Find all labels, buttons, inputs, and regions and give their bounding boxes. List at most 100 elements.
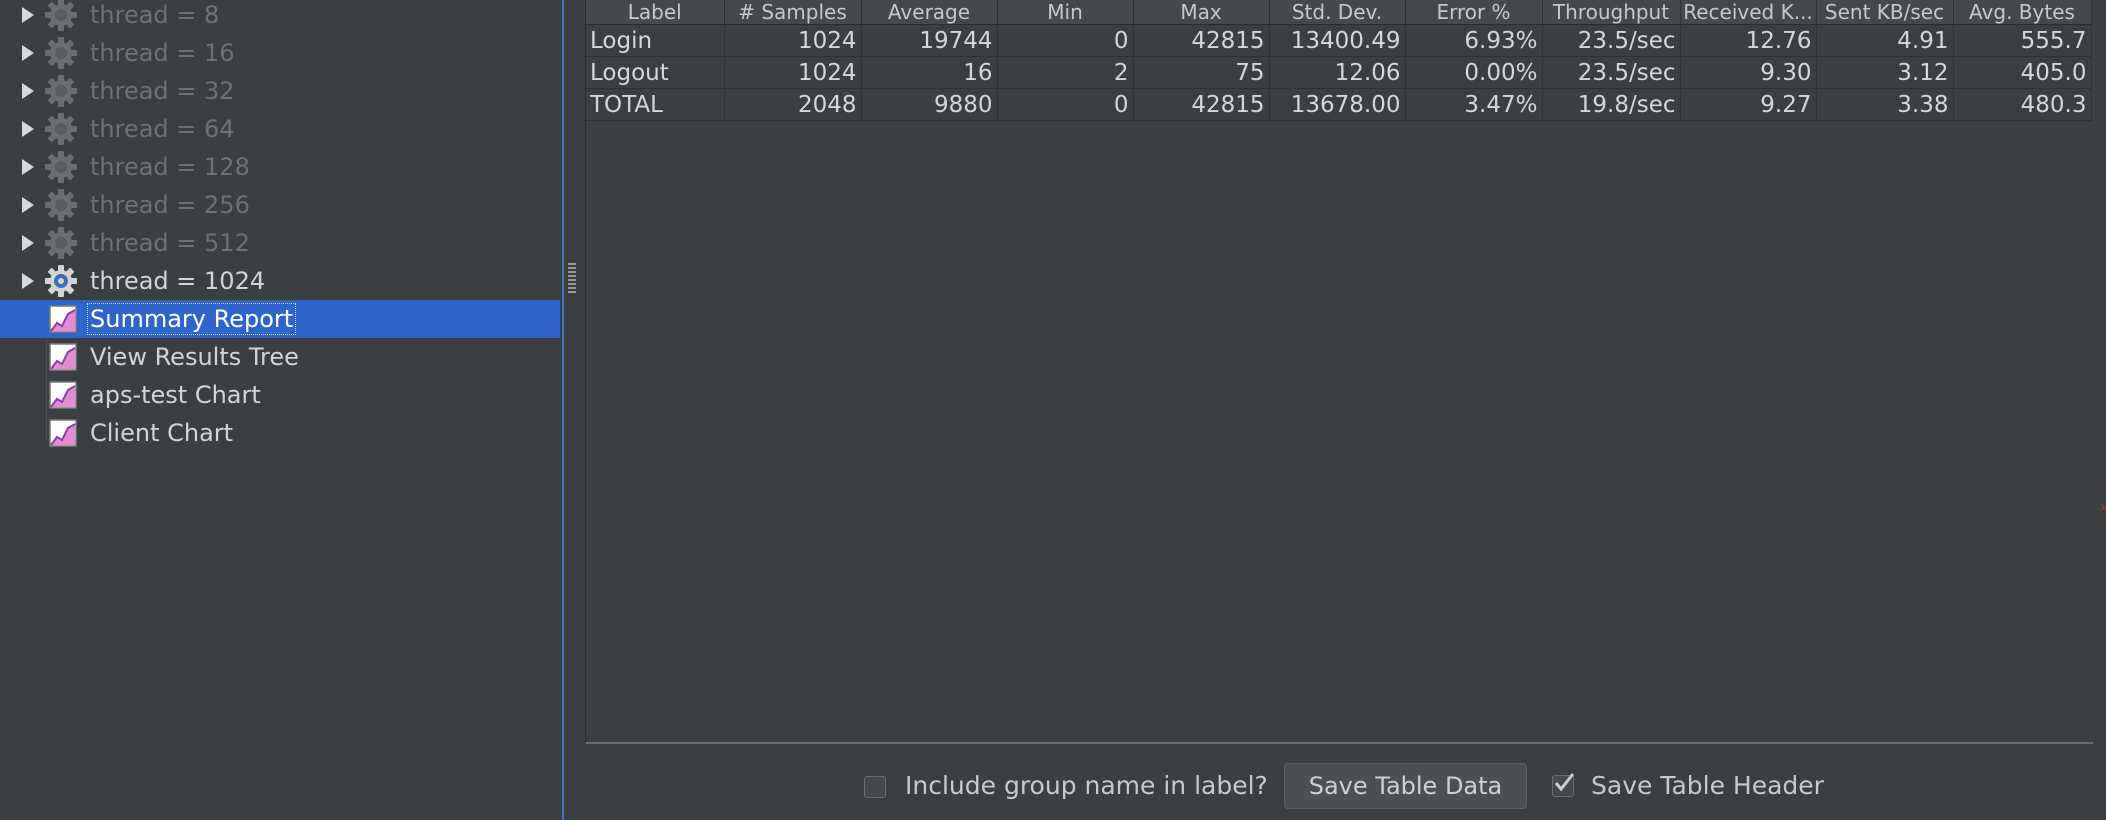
table-cell: 405.0 — [1953, 56, 2092, 89]
tree-item-view-results-tree[interactable]: View Results Tree — [0, 338, 560, 376]
tree-item-label: aps-test Chart — [90, 381, 261, 409]
column-header[interactable]: # Samples — [724, 0, 862, 25]
column-header[interactable]: Throughput — [1542, 0, 1681, 25]
tree-item-label: thread = 1024 — [90, 267, 266, 295]
chart-icon — [49, 419, 77, 447]
gear-icon — [45, 189, 77, 221]
expand-arrow-icon[interactable] — [22, 45, 34, 61]
column-header[interactable]: Std. Dev. — [1269, 0, 1406, 25]
chart-icon — [49, 305, 77, 333]
expand-arrow-icon[interactable] — [22, 159, 34, 175]
splitter-grip-handle[interactable] — [568, 263, 576, 293]
save-table-data-button[interactable]: Save Table Data — [1284, 763, 1527, 809]
tree-item-label: thread = 16 — [90, 39, 235, 67]
table-row[interactable]: TOTAL 2048 9880 0 42815 13678.00 3.47% 1… — [586, 88, 2092, 121]
table-cell: TOTAL — [586, 88, 725, 121]
table-cell: 0 — [997, 24, 1134, 57]
summary-table[interactable]: Label # Samples Average Min Max Std. Dev… — [586, 0, 2092, 121]
column-header[interactable]: Average — [861, 0, 998, 25]
table-cell: 9.27 — [1680, 88, 1817, 121]
tree-item-thread-8[interactable]: thread = 8 — [0, 0, 560, 34]
table-cell: 6.93% — [1405, 24, 1543, 57]
tree-item-label: thread = 512 — [90, 229, 250, 257]
table-cell: Logout — [586, 56, 725, 89]
include-group-name-checkbox[interactable] — [864, 776, 886, 798]
table-cell: 2048 — [724, 88, 862, 121]
column-header[interactable]: Avg. Bytes — [1953, 0, 2092, 25]
summary-table-panel: Label # Samples Average Min Max Std. Dev… — [585, 0, 2094, 744]
tree-item-label: Client Chart — [90, 419, 234, 447]
tree-item-thread-64[interactable]: thread = 64 — [0, 110, 560, 148]
table-cell: 19.8/sec — [1542, 88, 1681, 121]
table-cell: 0.00% — [1405, 56, 1543, 89]
gear-icon — [45, 265, 77, 297]
save-table-header-label: Save Table Header — [1591, 771, 1824, 800]
error-marker-icon: › — [2100, 497, 2106, 516]
table-header-row: Label # Samples Average Min Max Std. Dev… — [586, 0, 2092, 25]
gear-icon — [45, 151, 77, 183]
table-cell: 16 — [861, 56, 998, 89]
table-cell: 9880 — [861, 88, 998, 121]
table-cell: 1024 — [724, 56, 862, 89]
splitter-accent-line — [562, 0, 564, 820]
table-cell: 42815 — [1133, 88, 1270, 121]
tree-item-thread-16[interactable]: thread = 16 — [0, 34, 560, 72]
tree-item-label: thread = 32 — [90, 77, 235, 105]
checkmark-icon — [1554, 773, 1575, 792]
table-cell: 0 — [997, 88, 1134, 121]
column-header[interactable]: Sent KB/sec — [1816, 0, 1954, 25]
gear-icon — [45, 113, 77, 145]
expand-arrow-icon[interactable] — [22, 121, 34, 137]
table-cell: 3.38 — [1816, 88, 1954, 121]
column-header[interactable]: Label — [586, 0, 725, 25]
test-plan-tree[interactable]: thread = 8 thread = 16 thread = 32 threa… — [0, 0, 560, 820]
table-cell: 42815 — [1133, 24, 1270, 57]
table-row[interactable]: Logout 1024 16 2 75 12.06 0.00% 23.5/sec… — [586, 56, 2092, 89]
tree-item-thread-512[interactable]: thread = 512 — [0, 224, 560, 262]
table-cell: 23.5/sec — [1542, 56, 1681, 89]
table-cell: 13400.49 — [1269, 24, 1406, 57]
gear-icon — [45, 227, 77, 259]
tree-item-client-chart[interactable]: Client Chart — [0, 414, 560, 452]
tree-item-label: thread = 8 — [90, 1, 220, 29]
expand-arrow-icon[interactable] — [22, 83, 34, 99]
table-cell: 1024 — [724, 24, 862, 57]
tree-item-thread-32[interactable]: thread = 32 — [0, 72, 560, 110]
expand-arrow-icon[interactable] — [22, 235, 34, 251]
gear-icon — [45, 75, 77, 107]
tree-item-aps-test-chart[interactable]: aps-test Chart — [0, 376, 560, 414]
tree-item-thread-1024[interactable]: thread = 1024 — [0, 262, 560, 300]
column-header[interactable]: Max — [1133, 0, 1270, 25]
table-cell: 3.12 — [1816, 56, 1954, 89]
expand-arrow-icon[interactable] — [22, 197, 34, 213]
column-header[interactable]: Error % — [1405, 0, 1543, 25]
table-cell: 75 — [1133, 56, 1270, 89]
tree-item-thread-256[interactable]: thread = 256 — [0, 186, 560, 224]
bottom-toolbar: Include group name in label? Save Table … — [585, 744, 2093, 820]
table-cell: 4.91 — [1816, 24, 1954, 57]
column-header[interactable]: Min — [997, 0, 1134, 25]
table-row[interactable]: Login 1024 19744 0 42815 13400.49 6.93% … — [586, 24, 2092, 57]
include-group-name-label: Include group name in label? — [905, 771, 1268, 800]
chart-icon — [49, 381, 77, 409]
table-cell: 12.76 — [1680, 24, 1817, 57]
table-cell: 9.30 — [1680, 56, 1817, 89]
table-cell: 480.3 — [1953, 88, 2092, 121]
expand-arrow-icon[interactable] — [22, 7, 34, 23]
tree-item-summary-report[interactable]: Summary Report — [0, 300, 560, 338]
tree-item-label: View Results Tree — [90, 343, 299, 371]
table-cell: 19744 — [861, 24, 998, 57]
gear-icon — [45, 0, 77, 31]
expand-arrow-icon[interactable] — [22, 273, 34, 289]
table-cell: 555.7 — [1953, 24, 2092, 57]
tree-item-label: thread = 256 — [90, 191, 250, 219]
tree-item-label: thread = 128 — [90, 153, 250, 181]
table-cell: 3.47% — [1405, 88, 1543, 121]
table-cell: Login — [586, 24, 725, 57]
tree-item-label: thread = 64 — [90, 115, 235, 143]
save-table-header-checkbox[interactable] — [1552, 773, 1575, 797]
table-cell: 2 — [997, 56, 1134, 89]
column-header[interactable]: Received K... — [1680, 0, 1817, 25]
table-cell: 13678.00 — [1269, 88, 1406, 121]
tree-item-thread-128[interactable]: thread = 128 — [0, 148, 560, 186]
